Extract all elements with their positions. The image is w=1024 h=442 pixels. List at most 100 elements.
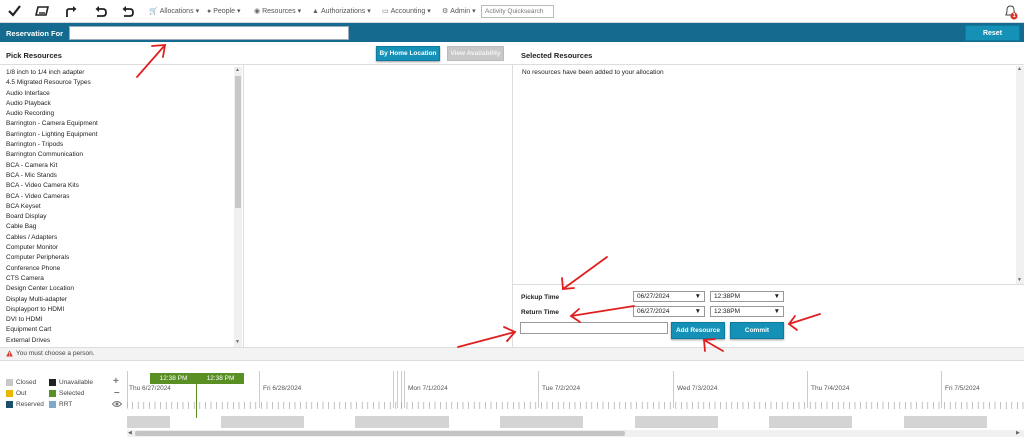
menu-authorizations[interactable]: ▲ Authorizations ▾	[312, 5, 371, 17]
zoom-in-icon[interactable]: +	[113, 376, 119, 387]
redo-icon[interactable]	[121, 4, 135, 18]
day-label: Fri 6/28/2024	[263, 385, 302, 392]
return-time-select[interactable]: 12:38PM ▼	[710, 306, 784, 317]
clear-icon[interactable]	[35, 4, 49, 18]
scroll-right-icon[interactable]: ▶	[1016, 430, 1020, 436]
caret-down-icon: ▼	[773, 293, 780, 300]
resource-list-item[interactable]: Audio Playback	[6, 99, 242, 109]
resource-list-item[interactable]: BCA - Camera Kit	[6, 161, 242, 171]
commit-button[interactable]: Commit	[730, 322, 784, 339]
legend-closed: Closed	[6, 379, 36, 386]
resource-list-item[interactable]: BCA - Video Camera Kits	[6, 181, 242, 191]
scroll-up-icon[interactable]: ▲	[235, 67, 240, 73]
pickup-time-value: 12:38PM	[714, 293, 741, 300]
export-icon[interactable]	[64, 4, 78, 18]
closed-block	[355, 416, 449, 428]
selected-resources-panel	[513, 65, 1024, 285]
resource-list-item[interactable]: BCA - Mic Stands	[6, 171, 242, 181]
scroll-up-icon[interactable]: ▲	[1017, 66, 1022, 72]
resource-list-item[interactable]: Computer Monitor	[6, 243, 242, 253]
add-resource-input[interactable]	[520, 322, 668, 334]
resource-list-item[interactable]: Board Display	[6, 212, 242, 222]
resource-list-item[interactable]: Design Center Location	[6, 284, 242, 294]
resource-list-item[interactable]: Barrington - Lighting Equipment	[6, 130, 242, 140]
card-icon: ▭	[382, 8, 389, 15]
check-icon[interactable]	[7, 4, 21, 18]
menu-people[interactable]: ● People ▾	[207, 5, 241, 17]
day-label: Thu 6/27/2024	[129, 385, 171, 392]
cart-icon: 🛒	[149, 8, 158, 15]
reservation-for-input[interactable]	[69, 26, 349, 40]
resource-list-item[interactable]: 4.5 Migrated Resource Types	[6, 78, 242, 88]
resource-list-item[interactable]: BCA - Video Cameras	[6, 192, 242, 202]
day-label: Wed 7/3/2024	[677, 385, 718, 392]
resource-list-item[interactable]: Barrington Communication	[6, 150, 242, 160]
by-home-location-button[interactable]: By Home Location	[376, 46, 440, 61]
menu-allocations-label: Allocations	[159, 7, 194, 15]
menu-admin[interactable]: ⚙ Admin ▾	[442, 5, 476, 17]
legend-swatch	[49, 401, 56, 408]
bell-icon	[1005, 5, 1018, 20]
resource-list-item[interactable]: CTS Camera	[6, 274, 242, 284]
pickup-time-label: Pickup Time	[521, 294, 560, 301]
menu-admin-label: Admin	[450, 7, 471, 15]
notification-bell[interactable]: 1	[1004, 4, 1018, 20]
empty-selection-message: No resources have been added to your all…	[522, 69, 664, 76]
return-date-select[interactable]: 06/27/2024 ▼	[633, 306, 705, 317]
selected-resources-title: Selected Resources	[521, 51, 593, 60]
closed-block	[635, 416, 718, 428]
resource-list-item[interactable]: Barrington - Camera Equipment	[6, 119, 242, 129]
scroll-left-icon[interactable]: ◀	[128, 430, 132, 436]
view-availability-button[interactable]: View Availability	[447, 46, 504, 61]
resource-list-item[interactable]: Computer Peripherals	[6, 253, 242, 263]
zoom-out-icon[interactable]: –	[114, 387, 120, 398]
resource-list-item[interactable]: DVI to HDMI	[6, 315, 242, 325]
legend-reserved: Reserved	[6, 401, 44, 408]
menu-resources[interactable]: ◉ Resources ▾	[254, 5, 301, 17]
activity-quicksearch-input[interactable]	[481, 5, 554, 18]
legend-unavailable: Unavailable	[49, 379, 93, 386]
resource-list-item[interactable]: Audio Recording	[6, 109, 242, 119]
legend-swatch	[6, 401, 13, 408]
current-time-line	[196, 384, 197, 418]
add-resource-button[interactable]: Add Resource	[671, 322, 725, 339]
menu-accounting[interactable]: ▭ Accounting ▾	[382, 5, 431, 17]
resource-list-item[interactable]: BCA Keyset	[6, 202, 242, 212]
resource-list-item[interactable]: External Drives	[6, 336, 242, 346]
annotation-arrowhead	[787, 315, 798, 331]
selected-scrollbar[interactable]	[1016, 66, 1024, 284]
return-date-value: 06/27/2024	[637, 308, 670, 315]
legend-rrt: RRT	[49, 401, 72, 408]
resource-list: 1/8 inch to 1/4 inch adapter 4.5 Migrated…	[0, 65, 242, 347]
warning-icon	[6, 350, 13, 357]
resource-list-item[interactable]: Conference Phone	[6, 264, 242, 274]
caret-down-icon: ▼	[694, 308, 701, 315]
current-time-marker[interactable]: 12:38 PM 12:38 PM	[150, 373, 244, 384]
timeline-scroll-thumb[interactable]	[135, 431, 625, 436]
scroll-down-icon[interactable]: ▼	[235, 339, 240, 345]
eye-icon[interactable]	[111, 400, 123, 408]
scroll-down-icon[interactable]: ▼	[1017, 277, 1022, 283]
resize-grip-icon[interactable]: ⁘	[505, 338, 510, 345]
timeline-ticks	[127, 402, 1024, 409]
caret-down-icon: ▼	[773, 308, 780, 315]
resource-list-item[interactable]: Audio Interface	[6, 89, 242, 99]
resource-list-item[interactable]: Cable Bag	[6, 222, 242, 232]
resource-list-item[interactable]: Equipment Cart	[6, 325, 242, 335]
menu-accounting-label: Accounting	[390, 7, 426, 15]
pickup-time-select[interactable]: 12:38PM ▼	[710, 291, 784, 302]
reset-button[interactable]: Reset	[965, 25, 1020, 41]
warning-bar	[0, 347, 1024, 361]
pickup-date-select[interactable]: 06/27/2024 ▼	[633, 291, 705, 302]
legend-label: Out	[16, 390, 27, 397]
resource-list-item[interactable]: Barrington - Tripods	[6, 140, 242, 150]
undo-icon[interactable]	[93, 4, 107, 18]
return-marker-label: 12:38 PM	[206, 375, 235, 382]
resource-list-item[interactable]: Display Multi-adapter	[6, 295, 242, 305]
annotation-arrowhead	[569, 308, 581, 323]
resource-list-item[interactable]: Cables / Adapters	[6, 233, 242, 243]
resource-list-item[interactable]: 1/8 inch to 1/4 inch adapter	[6, 68, 242, 78]
resource-list-scroll-thumb[interactable]	[235, 76, 241, 208]
resource-list-item[interactable]: Displayport to HDMI	[6, 305, 242, 315]
menu-allocations[interactable]: 🛒 Allocations ▾	[149, 5, 199, 17]
